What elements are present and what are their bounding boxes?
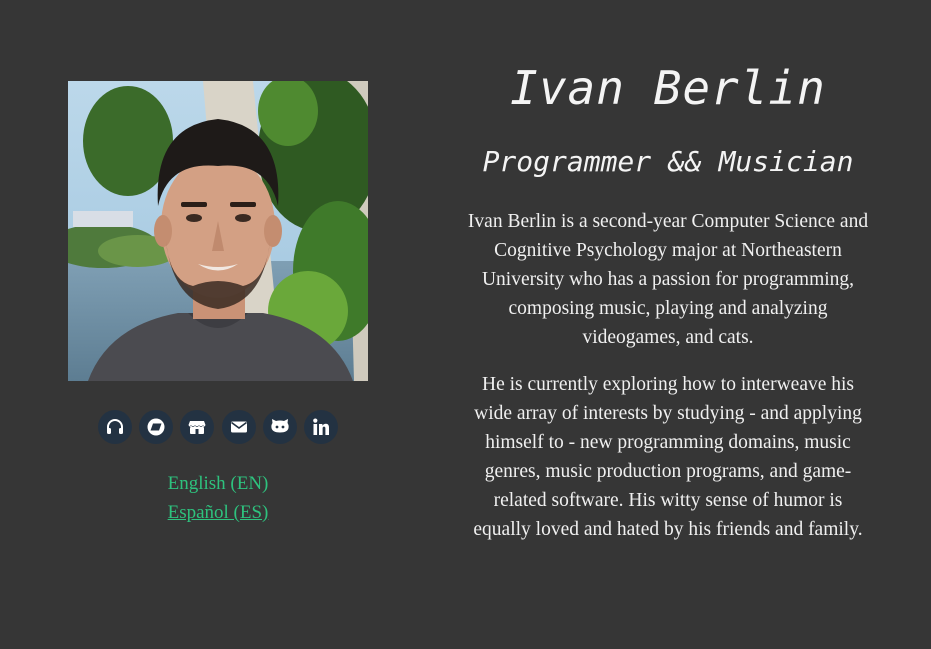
social-link-bandcamp[interactable] — [139, 410, 174, 444]
language-list: English (EN) Español (ES) — [68, 469, 368, 527]
language-link-english[interactable]: English (EN) — [68, 469, 368, 498]
bio-paragraph: Ivan Berlin is a second-year Computer Sc… — [467, 211, 869, 348]
language-link-spanish[interactable]: Español (ES) — [68, 498, 368, 527]
headphones-icon — [105, 417, 125, 437]
left-column: English (EN) Español (ES) — [0, 0, 436, 649]
linkedin-icon — [311, 417, 331, 437]
social-link-email[interactable] — [221, 410, 256, 444]
bandcamp-icon — [146, 417, 166, 437]
page-title: Ivan Berlin — [510, 61, 826, 115]
page-subtitle: Programmer && Musician — [482, 145, 854, 178]
profile-photo-image — [68, 81, 368, 381]
social-link-linkedin[interactable] — [303, 410, 338, 444]
github-icon — [269, 417, 291, 437]
social-links — [98, 410, 338, 444]
social-link-itchio[interactable] — [180, 410, 215, 444]
social-link-headphones[interactable] — [98, 410, 132, 444]
profile-photo — [68, 81, 368, 381]
right-column: Ivan Berlin Programmer && Musician Ivan … — [460, 0, 876, 649]
itchio-icon — [187, 417, 207, 437]
bio-paragraph: He is currently exploring how to interwe… — [473, 374, 863, 540]
social-link-github[interactable] — [262, 410, 297, 444]
email-icon — [229, 417, 249, 437]
